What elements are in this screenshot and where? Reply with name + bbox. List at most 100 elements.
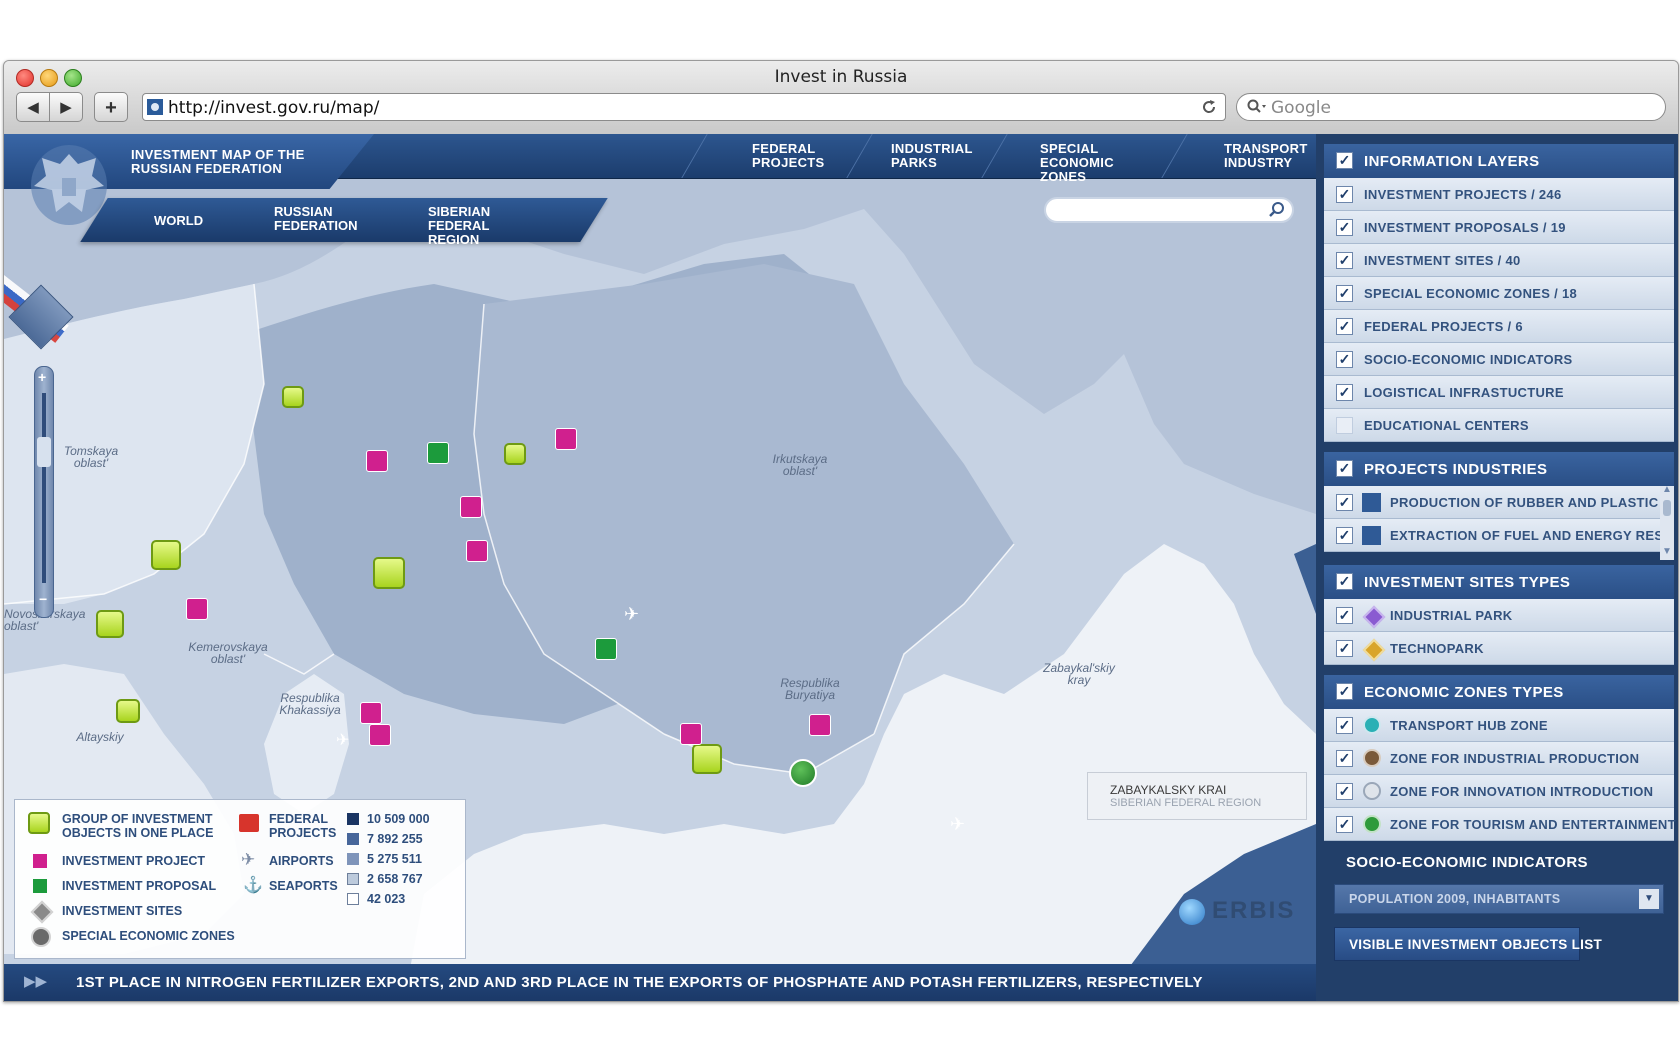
information-layers-header[interactable]: ✓ INFORMATION LAYERS (1324, 144, 1674, 178)
forward-button[interactable]: ▶ (49, 92, 83, 122)
information-layers-checkbox[interactable]: ✓ (1336, 152, 1353, 169)
layer-investment-projects[interactable]: ✓ INVESTMENT PROJECTS / 246 (1324, 178, 1674, 211)
layer-federal-projects[interactable]: ✓ FEDERAL PROJECTS / 6 (1324, 310, 1674, 343)
legend-pop-2: 7 892 255 (367, 832, 423, 846)
layer-investment-sites[interactable]: ✓ INVESTMENT SITES / 40 (1324, 244, 1674, 277)
back-button[interactable]: ◀ (16, 92, 50, 122)
layer-logistical-infrastucture[interactable]: ✓ LOGISTICAL INFRASTUCTURE (1324, 376, 1674, 409)
scroll-up-icon[interactable]: ▲ (1662, 484, 1672, 495)
investment-proposal-marker[interactable] (427, 442, 449, 464)
plus-icon: + (105, 97, 117, 119)
breadcrumb-russian-federation[interactable]: RUSSIAN FEDERATION (274, 205, 358, 233)
site-type-technopark[interactable]: ✓ TECHNOPARK (1324, 632, 1674, 665)
checkbox[interactable]: ✓ (1336, 717, 1353, 734)
socio-economic-selected: POPULATION 2009, INHABITANTS (1349, 892, 1561, 906)
investment-project-marker[interactable] (366, 450, 388, 472)
search-icon[interactable] (1268, 201, 1286, 219)
projects-industries-header[interactable]: ✓ PROJECTS INDUSTRIES (1324, 452, 1674, 486)
layer-investment-proposals[interactable]: ✓ INVESTMENT PROPOSALS / 19 (1324, 211, 1674, 244)
zone-industrial-production[interactable]: ✓ ZONE FOR INDUSTRIAL PRODUCTION (1324, 742, 1674, 775)
investment-project-marker[interactable] (466, 540, 488, 562)
investment-project-marker[interactable] (555, 428, 577, 450)
legend-federal-projects-swatch (239, 814, 259, 832)
zoom-slider[interactable]: + − (34, 366, 54, 618)
economic-zones-types-checkbox[interactable]: ✓ (1336, 683, 1353, 700)
checkbox[interactable]: ✓ (1336, 219, 1353, 236)
visible-investment-objects-list-button[interactable]: VISIBLE INVESTMENT OBJECTS LIST (1334, 927, 1602, 961)
nav-federal-projects[interactable]: FEDERAL PROJECTS (752, 142, 832, 170)
map-label-zabaykalskiy: Zabaykal'skiy kray (1043, 661, 1115, 687)
zone-tourism-entertainment[interactable]: ✓ ZONE FOR TOURISM AND ENTERTAINMENT (1324, 808, 1676, 841)
layer-educational-centers[interactable]: EDUCATIONAL CENTERS (1324, 409, 1674, 442)
reload-icon[interactable] (1201, 99, 1217, 115)
dropdown-arrow-icon[interactable]: ▼ (1639, 889, 1659, 909)
legend-pop-4: 2 658 767 (367, 872, 423, 886)
layer-socio-economic-indicators[interactable]: ✓ SOCIO-ECONOMIC INDICATORS (1324, 343, 1674, 376)
nav-industrial-parks[interactable]: INDUSTRIAL PARKS (891, 142, 981, 170)
erbis-watermark: ERBIS (1212, 897, 1296, 924)
zoom-slider-thumb[interactable] (37, 437, 51, 467)
special-economic-zone-marker[interactable] (789, 759, 817, 787)
checkbox[interactable]: ✓ (1336, 783, 1353, 800)
group-marker[interactable] (504, 443, 526, 465)
checkbox[interactable]: ✓ (1336, 527, 1353, 544)
zone-innovation-introduction[interactable]: ✓ ZONE FOR INNOVATION INTRODUCTION (1324, 775, 1674, 808)
investment-map[interactable]: ✈ ✈ ✈ Tomskaya oblast' Irkutskaya oblast… (4, 134, 1316, 1001)
legend-project-swatch (33, 854, 47, 868)
checkbox[interactable]: ✓ (1336, 285, 1353, 302)
investment-project-marker[interactable] (809, 714, 831, 736)
legend-project-label: INVESTMENT PROJECT (62, 854, 206, 868)
industry-rubber-plastic[interactable]: ✓ PRODUCTION OF RUBBER AND PLASTIC ... (1324, 486, 1674, 519)
layer-special-economic-zones[interactable]: ✓ SPECIAL ECONOMIC ZONES / 18 (1324, 277, 1674, 310)
investment-project-marker[interactable] (680, 723, 702, 745)
ticker-play-icon[interactable]: ▶▶ (24, 972, 47, 990)
nav-transport-industry[interactable]: TRANSPORT INDUSTRY (1224, 142, 1307, 170)
investment-sites-types-header[interactable]: ✓ INVESTMENT SITES TYPES (1324, 565, 1674, 599)
investment-project-marker[interactable] (460, 496, 482, 518)
group-marker[interactable] (116, 699, 140, 723)
nav-separator (1161, 134, 1188, 178)
investment-project-marker[interactable] (186, 598, 208, 620)
checkbox[interactable]: ✓ (1336, 816, 1353, 833)
industry-fuel-energy[interactable]: ✓ EXTRACTION OF FUEL AND ENERGY RES... (1324, 519, 1675, 552)
checkbox[interactable]: ✓ (1336, 640, 1353, 657)
checkbox[interactable]: ✓ (1336, 384, 1353, 401)
scroll-down-icon[interactable]: ▼ (1662, 546, 1672, 557)
investment-sites-types-checkbox[interactable]: ✓ (1336, 573, 1353, 590)
layer-label: INVESTMENT PROJECTS / 246 (1364, 187, 1562, 202)
zoom-in-icon[interactable]: + (38, 369, 46, 385)
tourism-zone-icon (1363, 815, 1381, 833)
checkbox[interactable]: ✓ (1336, 318, 1353, 335)
checkbox[interactable]: ✓ (1336, 351, 1353, 368)
zoom-out-icon[interactable]: − (39, 591, 47, 607)
site-type-industrial-park[interactable]: ✓ INDUSTRIAL PARK (1324, 599, 1674, 632)
browser-search-field[interactable]: Google (1236, 93, 1666, 121)
checkbox[interactable]: ✓ (1336, 607, 1353, 624)
projects-industries-checkbox[interactable]: ✓ (1336, 460, 1353, 477)
add-bookmark-button[interactable]: + (94, 92, 128, 122)
checkbox[interactable]: ✓ (1336, 494, 1353, 511)
group-marker[interactable] (96, 610, 124, 638)
group-marker[interactable] (151, 540, 181, 570)
scroll-thumb[interactable] (1663, 500, 1671, 516)
checkbox[interactable] (1336, 417, 1353, 434)
economic-zones-types-header[interactable]: ✓ ECONOMIC ZONES TYPES (1324, 675, 1674, 709)
industries-scrollbar[interactable]: ▲ ▼ (1660, 484, 1674, 560)
breadcrumb-world[interactable]: WORLD (154, 214, 203, 228)
group-marker[interactable] (373, 557, 405, 589)
checkbox[interactable]: ✓ (1336, 186, 1353, 203)
news-ticker: ▶▶ 1ST PLACE IN NITROGEN FERTILIZER EXPO… (4, 964, 1316, 1001)
zone-transport-hub[interactable]: ✓ TRANSPORT HUB ZONE (1324, 709, 1674, 742)
checkbox[interactable]: ✓ (1336, 750, 1353, 767)
investment-project-marker[interactable] (360, 702, 382, 724)
map-search-input[interactable] (1044, 197, 1294, 223)
group-marker[interactable] (692, 744, 722, 774)
nav-special-economic-zones[interactable]: SPECIAL ECONOMIC ZONES (1040, 142, 1160, 184)
checkbox[interactable]: ✓ (1336, 252, 1353, 269)
investment-proposal-marker[interactable] (595, 638, 617, 660)
socio-economic-select[interactable]: POPULATION 2009, INHABITANTS ▼ (1334, 884, 1664, 914)
breadcrumb-siberian-federal-region[interactable]: SIBERIAN FEDERAL REGION (428, 205, 538, 247)
investment-project-marker[interactable] (369, 724, 391, 746)
address-bar[interactable]: http://invest.gov.ru/map/ (142, 93, 1226, 121)
group-marker[interactable] (282, 386, 304, 408)
